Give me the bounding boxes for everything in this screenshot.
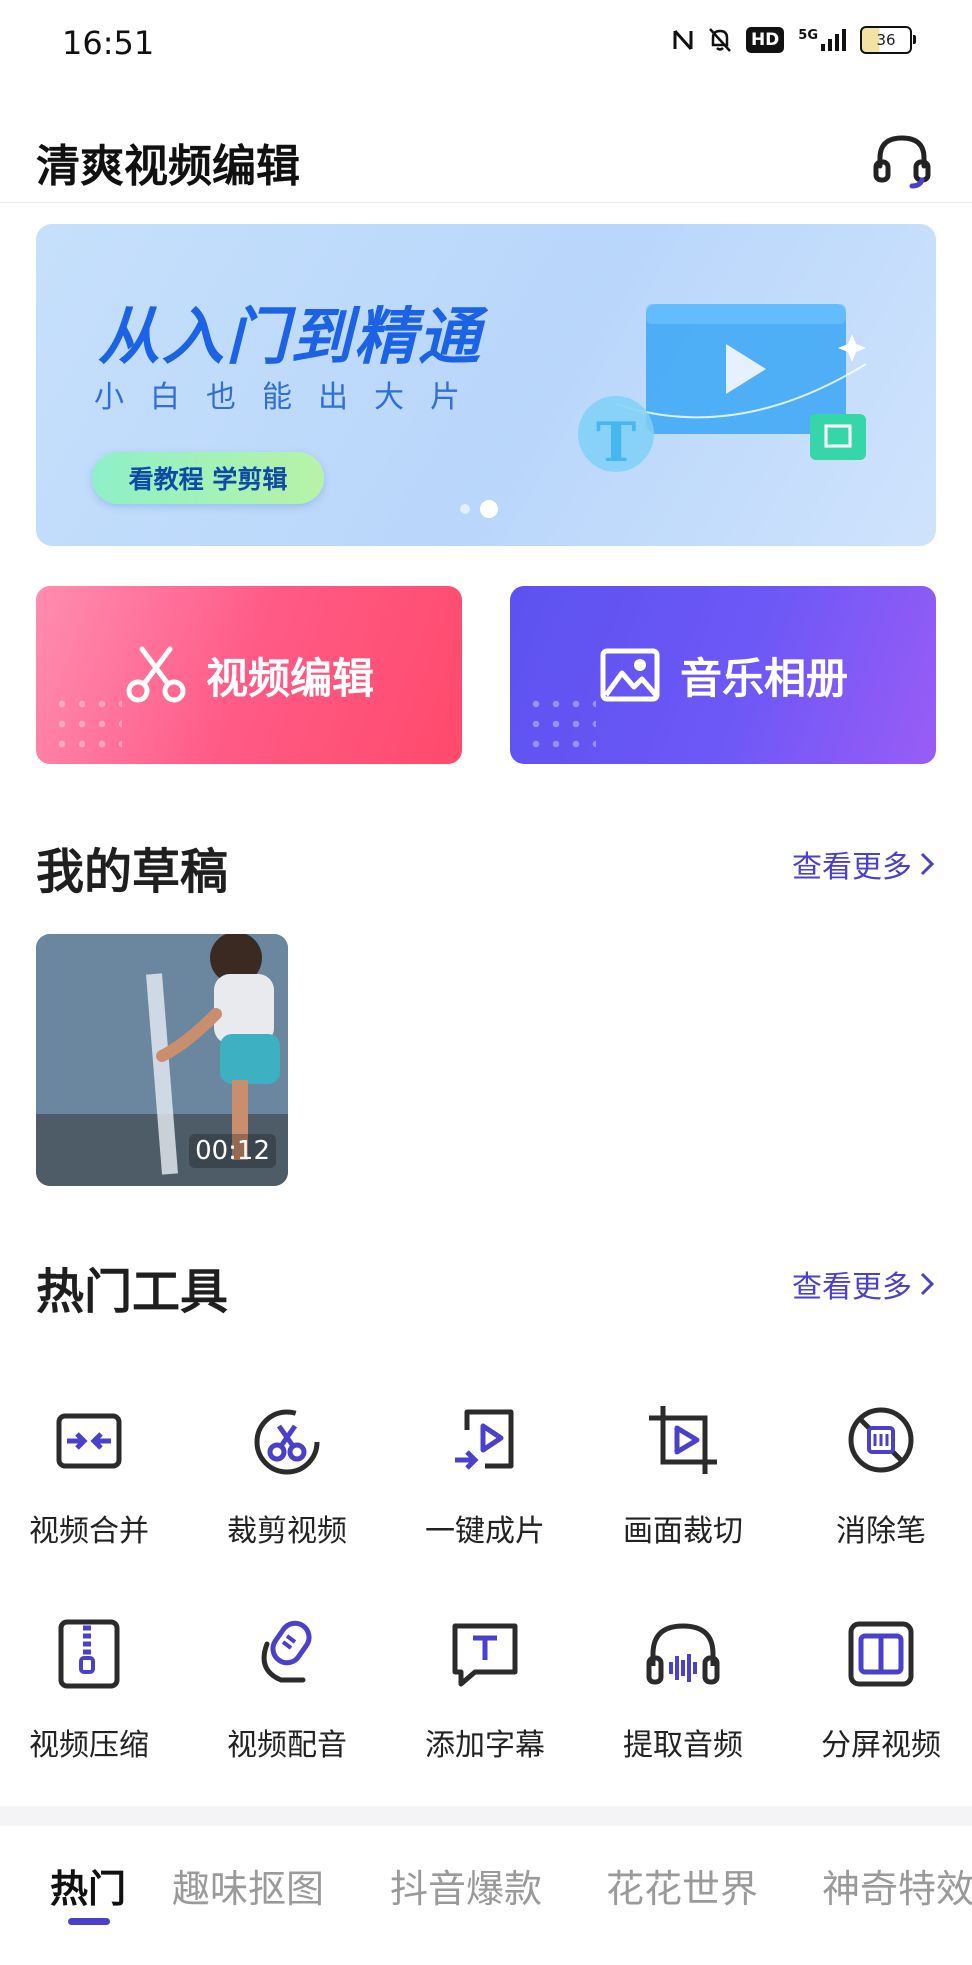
carousel-indicator [460,500,498,518]
status-time: 16:51 [62,24,155,62]
draft-duration: 00:12 [189,1134,276,1168]
tools-more-link[interactable]: 查看更多 [792,1262,936,1306]
headphones-icon [646,1623,720,1685]
tools-more-label: 查看更多 [792,1270,912,1305]
tool-cut-video[interactable]: 裁剪视频 [190,1400,384,1550]
tool-split-screen[interactable]: 分屏视频 [784,1614,972,1764]
tool-video-merge[interactable]: 视频合并 [0,1400,186,1550]
banner-art-letter: T [596,410,637,474]
battery-level: 36 [876,31,896,49]
app-title: 清爽视频编辑 [36,141,300,192]
tool-label: 分屏视频 [821,1728,941,1763]
signal-icon: 5G [798,28,846,52]
eraser-stamp-icon [848,1407,914,1473]
carousel-dot-active[interactable] [480,500,498,518]
drafts-more-link[interactable]: 查看更多 [792,842,936,886]
tool-label: 裁剪视频 [227,1514,347,1549]
crop-icon [649,1406,717,1474]
tools-title: 热门工具 [36,1264,229,1320]
tool-label: 视频合并 [29,1514,149,1549]
banner-subtitle: 小白也能出大片 [94,380,486,415]
tab-flower-world[interactable]: 花花世界 [606,1858,758,1913]
subtitle-icon [452,1623,518,1687]
video-edit-card[interactable]: 视频编辑 [36,586,462,764]
status-bar: 16:51 HD 5G 36 [0,0,972,90]
carousel-dot[interactable] [460,504,470,514]
banner-headline: 从入门到精通 [98,300,483,373]
video-edit-label: 视频编辑 [205,653,374,703]
auto-video-icon [455,1409,514,1470]
app-header: 清爽视频编辑 [0,110,972,203]
merge-icon [56,1413,122,1469]
tool-crop[interactable]: 画面裁切 [586,1400,780,1550]
split-screen-icon [848,1621,914,1687]
tab-douyin-hits[interactable]: 抖音爆款 [390,1858,542,1913]
music-album-label: 音乐相册 [679,653,848,703]
decorative-dots [52,694,122,754]
banner-cta-button[interactable]: 看教程 学剪辑 [92,452,324,504]
mute-bell-icon [708,27,732,53]
tool-extract-audio[interactable]: 提取音频 [586,1614,780,1764]
chevron-right-icon [920,852,935,876]
tool-label: 消除笔 [836,1514,926,1549]
section-divider [0,1806,972,1826]
tool-label: 提取音频 [623,1728,743,1763]
compress-icon [58,1619,120,1689]
drafts-more-label: 查看更多 [792,850,912,885]
drafts-title: 我的草稿 [36,844,229,900]
hd-icon: HD [745,27,785,53]
scissors-circle-icon [254,1409,320,1475]
image-icon [600,648,660,702]
chevron-right-icon [920,1272,935,1296]
draft-thumbnail[interactable]: 00:12 [36,934,288,1186]
tool-label: 视频压缩 [29,1728,149,1763]
active-tab-indicator [68,1918,110,1925]
system-icons: HD 5G 36 [672,26,916,54]
battery-icon: 36 [860,26,916,54]
tab-fun-cutout[interactable]: 趣味抠图 [172,1858,324,1913]
tool-label: 一键成片 [425,1514,545,1549]
decorative-dots [526,694,596,754]
scissors-icon [126,646,186,703]
promo-banner[interactable]: 从入门到精通 小白也能出大片 看教程 学剪辑 T [36,224,936,546]
tab-magic-effects[interactable]: 神奇特效 [822,1858,972,1913]
tool-eraser[interactable]: 消除笔 [784,1400,972,1550]
tool-subtitle[interactable]: 添加字幕 [388,1614,582,1764]
category-tabs: 热门 趣味抠图 抖音爆款 花花世界 神奇特效 [0,1826,972,1965]
network-type: 5G [798,28,818,43]
tool-dubbing[interactable]: 视频配音 [190,1614,384,1764]
tool-label: 添加字幕 [425,1728,545,1763]
tool-label: 视频配音 [227,1728,347,1763]
tool-one-click[interactable]: 一键成片 [388,1400,582,1550]
tool-compress[interactable]: 视频压缩 [0,1614,186,1764]
tab-hot[interactable]: 热门 [50,1858,126,1913]
headset-icon[interactable] [872,130,932,190]
music-album-card[interactable]: 音乐相册 [510,586,936,764]
nfc-icon [672,28,694,52]
tool-label: 画面裁切 [623,1514,743,1549]
microphone-icon [261,1620,312,1683]
